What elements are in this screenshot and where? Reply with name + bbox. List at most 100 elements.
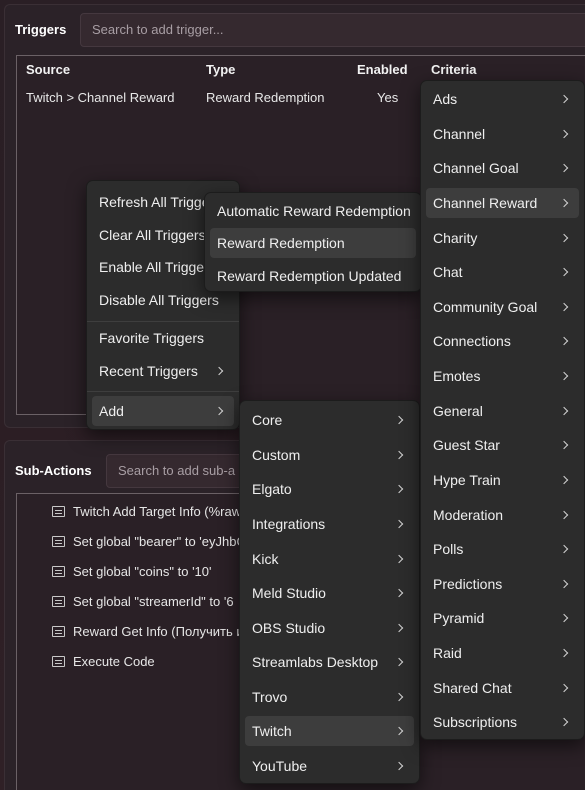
menu-item-label: Add — [99, 403, 124, 419]
triggers-title: Triggers — [15, 22, 67, 37]
menu-item-reward-redemption-updated[interactable]: Reward Redemption Updated — [210, 261, 416, 291]
menu-item-emotes[interactable]: Emotes — [426, 361, 579, 391]
menu-item-hype-train[interactable]: Hype Train — [426, 465, 579, 495]
menu-item-connections[interactable]: Connections — [426, 326, 579, 356]
menu-item-integrations[interactable]: Integrations — [245, 509, 414, 539]
menu-item-channel-goal[interactable]: Channel Goal — [426, 153, 579, 183]
chevron-right-icon — [394, 554, 404, 564]
subaction-icon — [52, 625, 65, 637]
subactions-title: Sub-Actions — [15, 463, 92, 478]
chevron-right-icon — [394, 519, 404, 529]
trigger-enabled-cell[interactable]: Yes — [377, 90, 398, 105]
subaction-item[interactable]: Reward Get Info (Получить и — [52, 621, 244, 641]
menu-item-label: Elgato — [252, 481, 292, 497]
menu-item-community-goal[interactable]: Community Goal — [426, 292, 579, 322]
twitch-submenu: Ads Channel Channel Goal Channel Reward … — [420, 80, 585, 740]
channel-reward-submenu: Automatic Reward Redemption Reward Redem… — [204, 192, 422, 292]
subaction-icon — [52, 565, 65, 577]
chevron-right-icon — [559, 129, 569, 139]
chevron-right-icon — [559, 336, 569, 346]
menu-item-polls[interactable]: Polls — [426, 534, 579, 564]
menu-item-label: Shared Chat — [433, 680, 512, 696]
menu-item-obs-studio[interactable]: OBS Studio — [245, 613, 414, 643]
subaction-label: Twitch Add Target Info (%raw — [73, 503, 242, 519]
chevron-right-icon — [559, 302, 569, 312]
menu-item-label: Chat — [433, 264, 463, 280]
menu-item-raid[interactable]: Raid — [426, 638, 579, 668]
subaction-icon — [52, 655, 65, 667]
menu-item-label: Guest Star — [433, 437, 500, 453]
menu-item-streamlabs-desktop[interactable]: Streamlabs Desktop — [245, 647, 414, 677]
subaction-label: Set global "bearer" to 'eyJhbG — [73, 533, 247, 549]
menu-item-label: YouTube — [252, 758, 308, 774]
menu-item-trovo[interactable]: Trovo — [245, 682, 414, 712]
menu-item-subscriptions[interactable]: Subscriptions — [426, 707, 579, 737]
menu-item-core[interactable]: Core — [245, 405, 414, 435]
subaction-item[interactable]: Execute Code — [52, 651, 155, 671]
trigger-source-cell[interactable]: Twitch > Channel Reward — [26, 90, 175, 105]
menu-item-channel[interactable]: Channel — [426, 119, 579, 149]
menu-item-twitch[interactable]: Twitch — [245, 716, 414, 746]
menu-item-predictions[interactable]: Predictions — [426, 569, 579, 599]
chevron-right-icon — [559, 440, 569, 450]
chevron-right-icon — [559, 267, 569, 277]
menu-item-label: Kick — [252, 551, 279, 567]
chevron-right-icon — [394, 761, 404, 771]
menu-item-label: Predictions — [433, 576, 503, 592]
menu-item-reward-redemption[interactable]: Reward Redemption — [210, 228, 416, 258]
subaction-label: Set global "coins" to '10' — [73, 563, 212, 579]
chevron-right-icon — [394, 415, 404, 425]
menu-item-label: Twitch — [252, 723, 292, 739]
menu-item-favorite-triggers[interactable]: Favorite Triggers — [92, 323, 234, 353]
menu-item-ads[interactable]: Ads — [426, 84, 579, 114]
trigger-search-input[interactable]: Search to add trigger... — [80, 13, 585, 47]
menu-item-kick[interactable]: Kick — [245, 544, 414, 574]
menu-item-label: Pyramid — [433, 610, 485, 626]
menu-item-label: Integrations — [252, 516, 326, 532]
menu-item-meld-studio[interactable]: Meld Studio — [245, 578, 414, 608]
column-header-type[interactable]: Type — [206, 62, 235, 77]
column-header-criteria[interactable]: Criteria — [431, 62, 477, 77]
menu-item-charity[interactable]: Charity — [426, 223, 579, 253]
chevron-right-icon — [559, 717, 569, 727]
menu-item-custom[interactable]: Custom — [245, 440, 414, 470]
menu-item-automatic-reward-redemption[interactable]: Automatic Reward Redemption — [210, 196, 416, 226]
menu-item-label: Channel Reward — [433, 195, 538, 211]
menu-item-label: Charity — [433, 230, 478, 246]
chevron-right-icon — [559, 233, 569, 243]
chevron-right-icon — [394, 623, 404, 633]
chevron-right-icon — [394, 450, 404, 460]
trigger-type-cell[interactable]: Reward Redemption — [206, 90, 325, 105]
menu-item-channel-reward[interactable]: Channel Reward — [426, 188, 579, 218]
subaction-item[interactable]: Set global "bearer" to 'eyJhbG — [52, 531, 247, 551]
column-header-enabled[interactable]: Enabled — [357, 62, 408, 77]
menu-item-label: Custom — [252, 447, 301, 463]
subaction-item[interactable]: Set global "coins" to '10' — [52, 561, 212, 581]
subaction-label: Set global "streamerId" to '6 — [73, 593, 234, 609]
chevron-right-icon — [394, 726, 404, 736]
menu-item-label: Core — [252, 412, 283, 428]
subaction-icon — [52, 595, 65, 607]
menu-item-recent-triggers[interactable]: Recent Triggers — [92, 356, 234, 386]
menu-item-label: Subscriptions — [433, 714, 518, 730]
chevron-right-icon — [559, 510, 569, 520]
menu-item-chat[interactable]: Chat — [426, 257, 579, 287]
chevron-right-icon — [559, 613, 569, 623]
menu-item-pyramid[interactable]: Pyramid — [426, 603, 579, 633]
menu-item-youtube[interactable]: YouTube — [245, 751, 414, 781]
menu-item-elgato[interactable]: Elgato — [245, 474, 414, 504]
subaction-item[interactable]: Set global "streamerId" to '6 — [52, 591, 234, 611]
menu-item-guest-star[interactable]: Guest Star — [426, 430, 579, 460]
column-header-source[interactable]: Source — [26, 62, 70, 77]
chevron-right-icon — [394, 657, 404, 667]
menu-item-moderation[interactable]: Moderation — [426, 500, 579, 530]
subaction-label: Execute Code — [73, 653, 155, 669]
menu-item-add[interactable]: Add — [92, 396, 234, 426]
menu-item-general[interactable]: General — [426, 396, 579, 426]
menu-item-label: Hype Train — [433, 472, 501, 488]
menu-item-shared-chat[interactable]: Shared Chat — [426, 673, 579, 703]
chevron-right-icon — [559, 371, 569, 381]
subaction-item[interactable]: Twitch Add Target Info (%raw — [52, 501, 241, 521]
menu-item-label: OBS Studio — [252, 620, 326, 636]
menu-item-label: Raid — [433, 645, 462, 661]
